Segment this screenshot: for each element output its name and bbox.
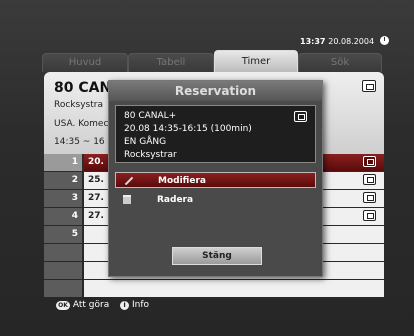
reservation-program: Rocksystrar — [124, 150, 177, 160]
row-number — [44, 280, 82, 297]
timer-icon — [362, 80, 376, 92]
pencil-icon — [124, 176, 134, 186]
row-number: 4 — [44, 208, 82, 225]
modify-label: Modifiera — [158, 176, 206, 186]
reservation-dialog: Reservation 80 CANAL+ 20.08 14:35-16:15 … — [108, 80, 323, 277]
info-key-icon: i — [120, 301, 130, 310]
tab-sok[interactable]: Sök — [298, 53, 382, 72]
clock-date: 20.08.2004 — [328, 37, 375, 46]
program-title: Rocksystra — [54, 100, 103, 110]
tab-timer[interactable]: Timer — [214, 50, 298, 72]
clock: 13:37 20.08.2004 — [300, 36, 389, 46]
row-number: 1 — [44, 154, 82, 171]
tab-bar: Huvud Tabell Timer Sök — [42, 50, 382, 72]
reservation-details: 80 CANAL+ 20.08 14:35-16:15 (100min) EN … — [115, 105, 316, 163]
timer-row-empty[interactable] — [44, 280, 384, 297]
ok-hint-label: Att göra — [72, 300, 110, 310]
footer-hints: OK Att göra i Info — [44, 300, 384, 318]
dialog-title: Reservation — [109, 81, 322, 101]
clock-icon — [379, 36, 389, 45]
clock-time: 13:37 — [300, 37, 326, 46]
close-button[interactable]: Stäng — [172, 247, 262, 265]
program-time: 14:35 ~ 16 — [54, 137, 105, 147]
reservation-repeat: EN GÅNG — [124, 137, 167, 147]
tv-screen: 13:37 20.08.2004 Huvud Tabell Timer Sök … — [0, 0, 414, 336]
tab-huvud[interactable]: Huvud — [42, 53, 128, 72]
row-number: 5 — [44, 226, 82, 243]
row-number — [44, 262, 82, 279]
timer-icon — [363, 174, 376, 185]
reservation-channel: 80 CANAL+ — [124, 111, 177, 121]
timer-icon — [363, 156, 376, 167]
row-number — [44, 244, 82, 261]
tab-tabell[interactable]: Tabell — [128, 53, 214, 72]
program-genre: USA. Komec — [54, 119, 109, 129]
trash-icon — [123, 195, 131, 204]
row-number: 2 — [44, 172, 82, 189]
dialog-menu: Modifiera Radera — [115, 172, 316, 212]
timer-icon — [363, 210, 376, 221]
modify-option[interactable]: Modifiera — [115, 172, 316, 188]
row-number: 3 — [44, 190, 82, 207]
delete-option[interactable]: Radera — [115, 192, 316, 208]
row-date — [84, 280, 384, 297]
info-hint-label: Info — [131, 300, 150, 310]
timer-icon — [294, 111, 307, 122]
reservation-datetime: 20.08 14:35-16:15 (100min) — [124, 124, 252, 134]
delete-label: Radera — [157, 195, 194, 205]
ok-key-icon: OK — [56, 301, 70, 310]
timer-icon — [363, 192, 376, 203]
